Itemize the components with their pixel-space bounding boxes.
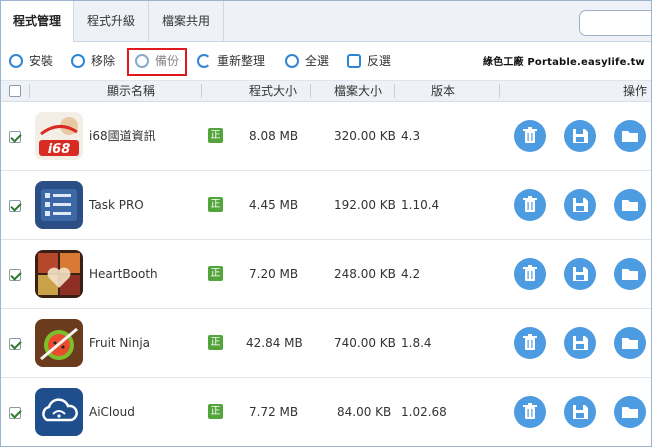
i68-icon: i68 xyxy=(35,112,83,160)
heartbooth-icon xyxy=(35,250,83,298)
table-row[interactable]: Task PRO 正 4.45 MB 192.00 KB 1.10.4 xyxy=(1,171,651,240)
folder-button[interactable] xyxy=(614,327,646,359)
remove-label: 移除 xyxy=(91,54,116,68)
select-all-label: 全選 xyxy=(305,54,330,68)
task-pro-icon xyxy=(35,181,83,229)
invert-icon xyxy=(347,53,361,68)
header-divider xyxy=(394,84,395,98)
delete-button[interactable] xyxy=(514,327,546,359)
file-size: 740.00 KB xyxy=(334,336,396,350)
delete-button[interactable] xyxy=(514,120,546,152)
select-all-button[interactable]: 全選 xyxy=(285,51,329,71)
tab-app-upgrade[interactable]: 程式升級 xyxy=(74,1,149,41)
status-badge: 正 xyxy=(208,128,223,143)
app-window: 程式管理 程式升級 檔案共用 安裝 移除 備份 重新整理 全選 反選 綠色工廠 … xyxy=(0,0,652,447)
header-divider xyxy=(310,84,311,98)
header-divider xyxy=(201,84,202,98)
tab-bar: 程式管理 程式升級 檔案共用 xyxy=(1,1,651,42)
backup-highlight-box xyxy=(127,48,187,76)
app-size: 4.45 MB xyxy=(249,198,299,212)
check-circle-icon xyxy=(285,53,299,68)
app-version: 1.10.4 xyxy=(401,198,440,212)
reorganize-button[interactable]: 重新整理 xyxy=(197,51,265,71)
refresh-icon xyxy=(197,53,211,68)
fruit-ninja-icon xyxy=(35,319,83,367)
save-button[interactable] xyxy=(564,120,596,152)
app-name: AiCloud xyxy=(89,405,135,419)
remove-button[interactable]: 移除 xyxy=(71,51,115,71)
aicloud-icon xyxy=(35,388,83,436)
watermark: 綠色工廠 Portable.easylife.tw xyxy=(482,57,645,68)
app-size: 8.08 MB xyxy=(249,129,299,143)
folder-button[interactable] xyxy=(614,258,646,290)
select-all-checkbox[interactable] xyxy=(9,85,21,97)
save-button[interactable] xyxy=(564,396,596,428)
table-header: 顯示名稱 程式大小 檔案大小 版本 操作 xyxy=(1,81,651,102)
status-badge: 正 xyxy=(208,266,223,281)
header-action: 操作 xyxy=(623,84,648,98)
trash-icon xyxy=(71,53,85,68)
reorganize-label: 重新整理 xyxy=(217,54,266,68)
app-version: 4.2 xyxy=(401,267,421,281)
row-checkbox[interactable] xyxy=(9,338,21,350)
file-size: 84.00 KB xyxy=(337,405,392,419)
header-app-size[interactable]: 程式大小 xyxy=(249,81,297,101)
app-name: HeartBooth xyxy=(89,267,158,281)
search-input[interactable] xyxy=(579,10,651,36)
install-label: 安裝 xyxy=(29,54,54,68)
file-size: 320.00 KB xyxy=(334,129,396,143)
app-size: 7.20 MB xyxy=(249,267,299,281)
table-row[interactable]: HeartBooth 正 7.20 MB 248.00 KB 4.2 xyxy=(1,240,651,309)
app-name: Fruit Ninja xyxy=(89,336,151,350)
invert-selection-button[interactable]: 反選 xyxy=(347,51,391,71)
folder-button[interactable] xyxy=(614,120,646,152)
tab-file-sharing[interactable]: 檔案共用 xyxy=(149,1,224,41)
file-size: 192.00 KB xyxy=(334,198,396,212)
app-version: 1.02.68 xyxy=(401,405,447,419)
app-version: 4.3 xyxy=(401,129,421,143)
install-button[interactable]: 安裝 xyxy=(9,51,53,71)
table-row[interactable]: i68 i68國道資訊 正 8.08 MB 320.00 KB 4.3 xyxy=(1,102,651,171)
install-icon xyxy=(9,53,23,68)
app-size: 42.84 MB xyxy=(246,336,303,350)
status-badge: 正 xyxy=(208,197,223,212)
save-button[interactable] xyxy=(564,189,596,221)
folder-button[interactable] xyxy=(614,189,646,221)
header-divider xyxy=(499,84,500,98)
header-divider xyxy=(29,84,30,98)
delete-button[interactable] xyxy=(514,258,546,290)
invert-label: 反選 xyxy=(367,54,392,68)
app-name: Task PRO xyxy=(89,198,144,212)
folder-button[interactable] xyxy=(614,396,646,428)
delete-button[interactable] xyxy=(514,189,546,221)
table-row[interactable]: Fruit Ninja 正 42.84 MB 740.00 KB 1.8.4 xyxy=(1,309,651,378)
header-file-size[interactable]: 檔案大小 xyxy=(334,81,382,101)
status-badge: 正 xyxy=(208,404,223,419)
row-checkbox[interactable] xyxy=(9,407,21,419)
header-name[interactable]: 顯示名稱 xyxy=(107,81,155,101)
header-version[interactable]: 版本 xyxy=(431,81,455,101)
app-version: 1.8.4 xyxy=(401,336,432,350)
table-row[interactable]: AiCloud 正 7.72 MB 84.00 KB 1.02.68 xyxy=(1,378,651,446)
row-checkbox[interactable] xyxy=(9,269,21,281)
app-size: 7.72 MB xyxy=(249,405,299,419)
svg-text:i68: i68 xyxy=(48,142,71,157)
save-button[interactable] xyxy=(564,258,596,290)
tab-app-management[interactable]: 程式管理 xyxy=(1,1,74,42)
file-size: 248.00 KB xyxy=(334,267,396,281)
delete-button[interactable] xyxy=(514,396,546,428)
app-name: i68國道資訊 xyxy=(89,129,156,143)
row-checkbox[interactable] xyxy=(9,200,21,212)
status-badge: 正 xyxy=(208,335,223,350)
row-checkbox[interactable] xyxy=(9,131,21,143)
save-button[interactable] xyxy=(564,327,596,359)
